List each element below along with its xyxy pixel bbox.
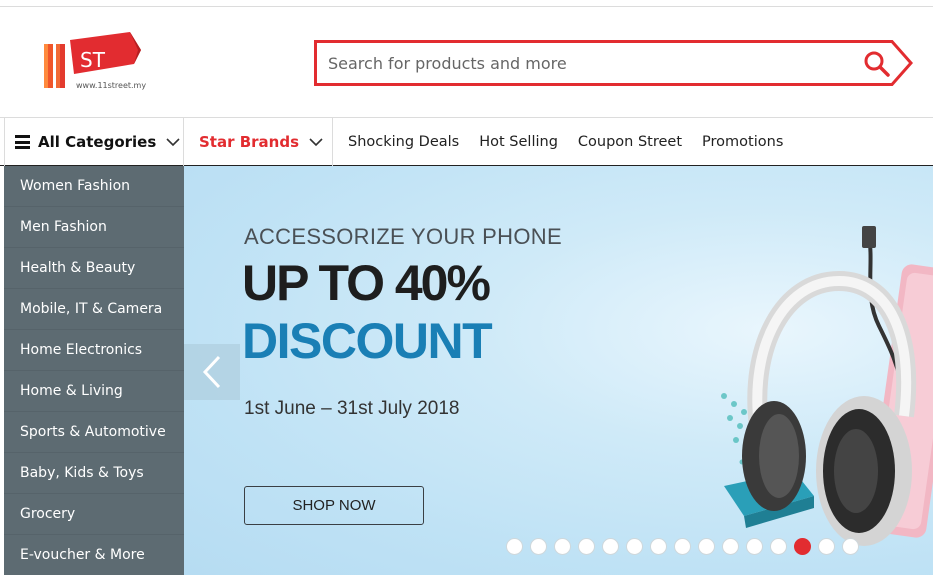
carousel-dot[interactable] <box>554 538 571 555</box>
carousel-dot[interactable] <box>674 538 691 555</box>
shop-now-button[interactable]: SHOP NOW <box>244 486 424 525</box>
carousel-dot[interactable] <box>650 538 667 555</box>
category-sidebar: Women Fashion Men Fashion Health & Beaut… <box>4 166 184 575</box>
sidebar-item-label: Home Electronics <box>20 342 143 358</box>
chevron-down-icon <box>309 138 323 147</box>
sidebar-item-label: Mobile, IT & Camera <box>20 301 163 317</box>
nav-link-promotions[interactable]: Promotions <box>702 134 783 150</box>
sidebar-item-baby-kids-toys[interactable]: Baby, Kids & Toys <box>4 453 184 494</box>
carousel-dot[interactable] <box>626 538 643 555</box>
carousel-dot[interactable] <box>746 538 763 555</box>
nav-link-shocking-deals[interactable]: Shocking Deals <box>348 134 459 150</box>
banner-eyebrow: ACCESSORIZE YOUR PHONE <box>244 224 562 249</box>
banner-discount: DISCOUNT <box>242 313 493 369</box>
search-input[interactable] <box>328 50 848 76</box>
sidebar-item-home-living[interactable]: Home & Living <box>4 371 184 412</box>
svg-text:ST: ST <box>80 48 106 72</box>
carousel-dot[interactable] <box>698 538 715 555</box>
sidebar-item-label: Baby, Kids & Toys <box>20 465 144 481</box>
sidebar-item-label: E-voucher & More <box>20 547 145 563</box>
star-brands-button[interactable]: Star Brands <box>185 118 333 166</box>
search-bar[interactable] <box>314 40 914 86</box>
carousel-dot[interactable] <box>602 538 619 555</box>
carousel-dot[interactable] <box>530 538 547 555</box>
headphones-product-image <box>721 226 933 546</box>
carousel-dot[interactable] <box>842 538 859 555</box>
logo-url: www.11street.my <box>76 81 147 90</box>
sidebar-item-label: Grocery <box>20 506 76 522</box>
all-categories-button[interactable]: All Categories <box>4 118 184 166</box>
carousel-dots <box>506 538 866 556</box>
sidebar-item-home-electronics[interactable]: Home Electronics <box>4 330 184 371</box>
banner-date-range: 1st June – 31st July 2018 <box>244 398 460 419</box>
promo-banner[interactable]: ACCESSORIZE YOUR PHONE UP TO 40% DISCOUN… <box>184 166 933 575</box>
nav-link-coupon-street[interactable]: Coupon Street <box>578 134 682 150</box>
hamburger-icon <box>15 135 30 149</box>
sidebar-item-men-fashion[interactable]: Men Fashion <box>4 207 184 248</box>
chevron-left-icon <box>202 355 221 389</box>
star-brands-label: Star Brands <box>199 133 300 151</box>
sidebar-item-sports-automotive[interactable]: Sports & Automotive <box>4 412 184 453</box>
sidebar-item-label: Home & Living <box>20 383 123 399</box>
carousel-dot[interactable] <box>578 538 595 555</box>
sidebar-item-health-beauty[interactable]: Health & Beauty <box>4 248 184 289</box>
carousel-dot-active[interactable] <box>794 538 811 555</box>
sidebar-item-label: Sports & Automotive <box>20 424 166 440</box>
all-categories-label: All Categories <box>38 133 157 151</box>
sidebar-item-women-fashion[interactable]: Women Fashion <box>4 166 184 207</box>
carousel-dot[interactable] <box>770 538 787 555</box>
sidebar-item-label: Health & Beauty <box>20 260 136 276</box>
banner-headline: UP TO 40% <box>242 255 491 311</box>
carousel-prev-button[interactable] <box>184 344 240 400</box>
carousel-dot[interactable] <box>722 538 739 555</box>
sidebar-item-e-voucher-more[interactable]: E-voucher & More <box>4 535 184 575</box>
nav-links: Shocking Deals Hot Selling Coupon Street… <box>348 118 803 166</box>
carousel-dot[interactable] <box>506 538 523 555</box>
top-divider <box>0 0 933 7</box>
nav-link-hot-selling[interactable]: Hot Selling <box>479 134 558 150</box>
sidebar-item-label: Women Fashion <box>20 178 131 194</box>
carousel-dot[interactable] <box>818 538 835 555</box>
chevron-down-icon <box>166 138 180 147</box>
main-nav: All Categories Star Brands Shocking Deal… <box>0 117 933 166</box>
search-icon[interactable] <box>862 49 892 79</box>
sidebar-item-mobile-it-camera[interactable]: Mobile, IT & Camera <box>4 289 184 330</box>
sidebar-item-label: Men Fashion <box>20 219 107 235</box>
sidebar-item-grocery[interactable]: Grocery <box>4 494 184 535</box>
